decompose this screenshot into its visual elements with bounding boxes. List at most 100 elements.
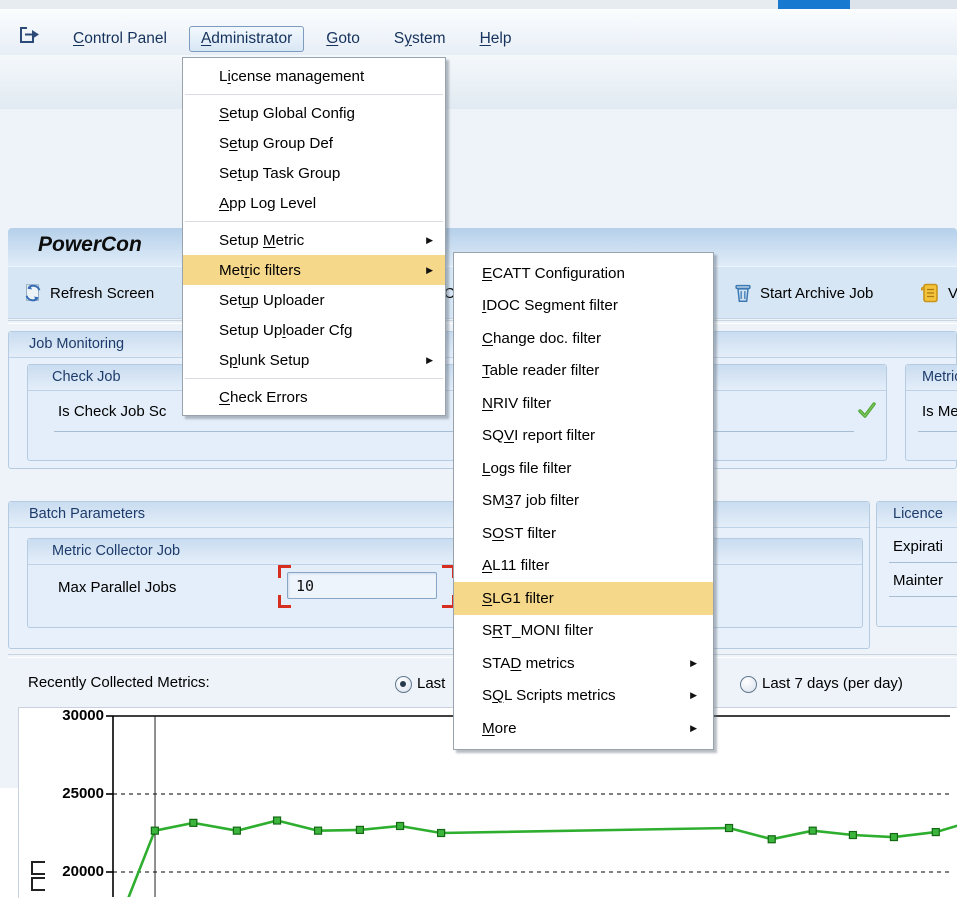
menu-item-sql-scripts-metrics[interactable]: SQL Scripts metrics▶ [454, 680, 713, 713]
menu-item-app-log-level[interactable]: App Log Level [183, 188, 445, 218]
exit-icon[interactable] [16, 22, 42, 48]
menu-item-srt-moni-filter[interactable]: SRT_MONI filter [454, 615, 713, 648]
menu-item-nriv-filter[interactable]: NRIV filter [454, 387, 713, 420]
submenu-arrow-icon: ▶ [414, 265, 433, 276]
scroll-icon [918, 281, 942, 305]
refresh-screen-button[interactable]: Refresh Screen [22, 278, 154, 308]
radio-last-7-days[interactable] [740, 676, 757, 693]
menubar-item-goto[interactable]: Goto [314, 26, 372, 52]
licence-header[interactable]: Licence [877, 502, 957, 528]
data-point-marker [233, 827, 240, 834]
window-top-strip [0, 0, 957, 9]
data-point-marker [356, 826, 363, 833]
data-point-marker [849, 832, 856, 839]
menu-item-logs-file-filter[interactable]: Logs file filter [454, 452, 713, 485]
menu-item-setup-uploader-cfg[interactable]: Setup Uploader Cfg [183, 315, 445, 345]
menu-item-label: Setup Task Group [219, 165, 340, 182]
menubar-item-help[interactable]: Help [468, 26, 524, 52]
metrics-line [128, 821, 957, 898]
metric-row-label: Is Met [922, 403, 957, 420]
data-point-marker [768, 836, 775, 843]
menu-item-label: SM37 job filter [482, 492, 579, 509]
submenu-arrow-icon: ▶ [414, 355, 433, 366]
menu-item-label: App Log Level [219, 195, 316, 212]
batch-parameters-header[interactable]: Batch Parameters [9, 502, 869, 528]
check-job-row-label: Is Check Job Sc [58, 403, 166, 420]
menu-item-label: ECATT Configuration [482, 265, 625, 282]
top-strip-right [850, 0, 957, 9]
field-cursor-bracket [278, 565, 291, 578]
menu-item-table-reader-filter[interactable]: Table reader filter [454, 355, 713, 388]
metric-collector-job-header[interactable]: Metric Collector Job [28, 539, 862, 565]
menu-item-idoc-segment-filter[interactable]: IDOC Segment filter [454, 290, 713, 323]
menu-item-label: Change doc. filter [482, 330, 601, 347]
menu-item-label: Logs file filter [482, 460, 572, 477]
menu-item-setup-task-group[interactable]: Setup Task Group [183, 158, 445, 188]
menu-item-sost-filter[interactable]: SOST filter [454, 517, 713, 550]
max-parallel-jobs-input[interactable] [287, 572, 437, 599]
menu-item-label: SLG1 filter [482, 590, 554, 607]
menu-item-setup-metric[interactable]: Setup Metric ▶ [183, 225, 445, 255]
radio-last-24h-label: Last [417, 675, 445, 692]
menu-item-label: Setup Group Def [219, 135, 333, 152]
data-point-marker [726, 825, 733, 832]
view-label: Vi [948, 285, 957, 302]
menu-item-al11-filter[interactable]: AL11 filter [454, 550, 713, 583]
menu-item-setup-global-config[interactable]: Setup Global Config [183, 98, 445, 128]
data-point-marker [438, 830, 445, 837]
recently-collected-metrics-label: Recently Collected Metrics: [28, 674, 210, 691]
page-title: PowerCon [38, 233, 142, 257]
batch-parameters-tray: Batch Parameters Metric Collector Job Ma… [8, 501, 870, 649]
menu-item-stad-metrics[interactable]: STAD metrics▶ [454, 647, 713, 680]
green-check-icon [856, 399, 878, 421]
data-point-marker [151, 827, 158, 834]
menu-item-slg1-filter[interactable]: SLG1 filter [454, 582, 713, 615]
menu-item-more[interactable]: More▶ [454, 712, 713, 745]
licence-tray: Licence Expirati Mainter [876, 501, 957, 627]
max-parallel-jobs-label: Max Parallel Jobs [58, 579, 176, 596]
menu-item-label: Table reader filter [482, 362, 599, 379]
menubar-item-administrator[interactable]: Administrator [189, 26, 304, 52]
radio-last-7-days-label: Last 7 days (per day) [762, 675, 903, 692]
radio-last-24h[interactable] [395, 676, 412, 693]
submenu-arrow-icon: ▶ [678, 658, 697, 669]
menu-separator [185, 94, 443, 95]
menu-item-label: SOST filter [482, 525, 556, 542]
menu-item-label: SRT_MONI filter [482, 622, 593, 639]
licence-row-maintenance: Mainter [893, 572, 943, 589]
job-monitoring-title: Job Monitoring [29, 336, 124, 352]
menubar-item-system[interactable]: System [382, 26, 458, 52]
menu-item-license-management[interactable]: License management [183, 61, 445, 91]
start-archive-job-button[interactable]: Start Archive Job [732, 278, 873, 308]
menu-item-label: NRIV filter [482, 395, 551, 412]
metric-header[interactable]: Metric [906, 365, 957, 391]
menu-item-label: IDOC Segment filter [482, 297, 618, 314]
start-archive-job-label: Start Archive Job [760, 285, 873, 302]
metric-collector-job-tray: Metric Collector Job Max Parallel Jobs [27, 538, 863, 628]
menu-item-check-errors[interactable]: Check Errors [183, 382, 445, 412]
menu-bar: Control Panel Administrator Goto System Help [0, 9, 957, 56]
menu-item-splunk-setup[interactable]: Splunk Setup▶ [183, 345, 445, 375]
menu-item-change-doc-filter[interactable]: Change doc. filter [454, 322, 713, 355]
data-point-marker [190, 819, 197, 826]
field-underline [918, 431, 957, 432]
menu-separator [185, 221, 443, 222]
view-button[interactable]: Vi [918, 278, 957, 308]
menubar-items: Control Panel Administrator Goto System Help [56, 24, 528, 54]
data-point-marker [932, 829, 939, 836]
menu-item-sm37-job-filter[interactable]: SM37 job filter [454, 485, 713, 518]
menu-item-label: More [482, 720, 517, 737]
menu-item-setup-uploader[interactable]: Setup Uploader [183, 285, 445, 315]
licence-title: Licence [893, 506, 943, 522]
menu-item-sqvi-report-filter[interactable]: SQVI report filter [454, 420, 713, 453]
menu-item-metric-filters[interactable]: Metric filters▶ [183, 255, 445, 285]
check-job-title: Check Job [52, 369, 121, 385]
menu-item-label: Setup Metric [219, 232, 304, 249]
submenu-arrow-icon: ▶ [414, 235, 433, 246]
administrator-menu: License management Setup Global Config Set… [182, 57, 446, 416]
menu-item-setup-group-def[interactable]: Setup Group Def [183, 128, 445, 158]
menu-item-ecatt-configuration[interactable]: ECATT Configuration [454, 257, 713, 290]
menubar-item-control-panel[interactable]: Control Panel [61, 26, 179, 52]
field-underline [889, 596, 957, 597]
field-cursor-bracket [278, 595, 291, 608]
